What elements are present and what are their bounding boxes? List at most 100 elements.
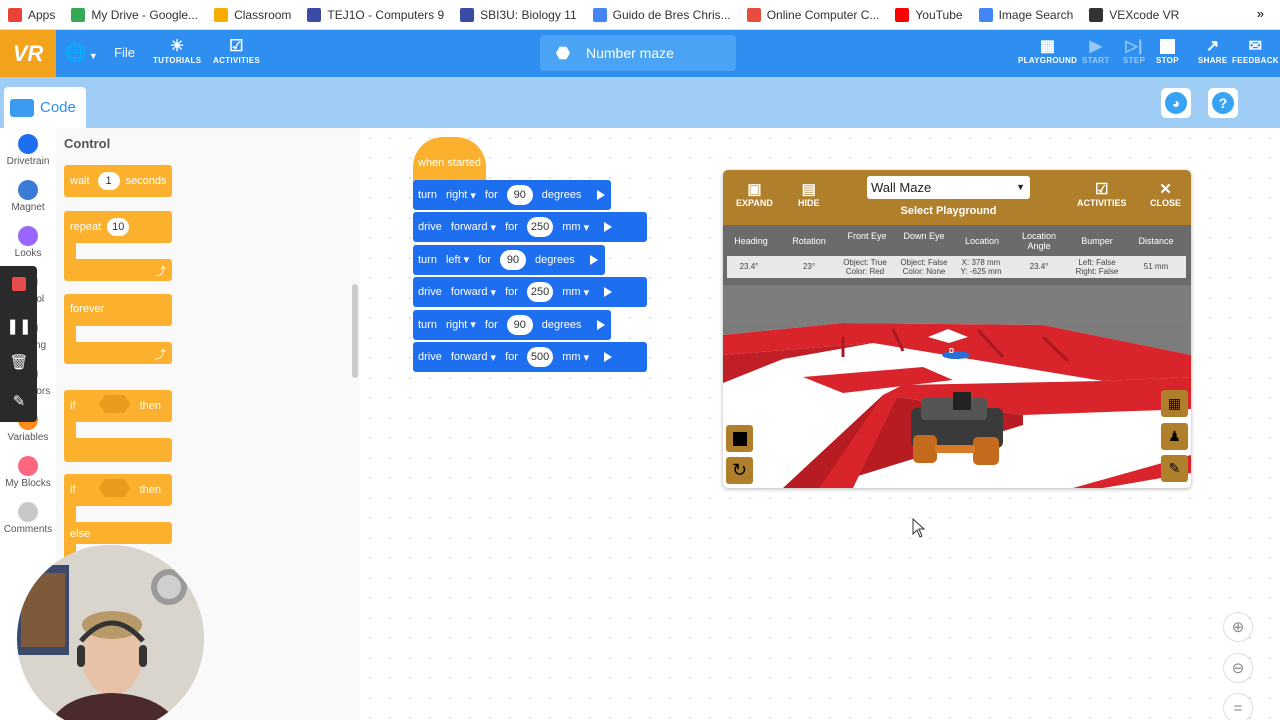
- maze-marker-icon: [942, 351, 970, 359]
- 3d-maze-view[interactable]: D ↻ ▦ ♟ ✎: [723, 285, 1191, 488]
- playground-header: ▣ EXPAND ▤ HIDE Wall Maze ▼ Select Playg…: [723, 170, 1191, 225]
- file-menu[interactable]: File: [114, 45, 135, 60]
- top-view-button[interactable]: ▦: [1161, 390, 1188, 417]
- hide-button[interactable]: ▤ HIDE: [798, 180, 820, 208]
- bookmark-favicon-icon: [1089, 7, 1104, 22]
- bookmark-favicon-icon: [978, 7, 993, 22]
- share-button[interactable]: ↗ SHARE: [1198, 36, 1228, 65]
- step-button[interactable]: ▷| STEP: [1123, 36, 1145, 65]
- loop-arrow-icon: ⤴: [64, 259, 172, 281]
- draw-button[interactable]: ✎: [6, 388, 32, 414]
- run-block-play-icon[interactable]: [604, 352, 613, 362]
- bookmark-item[interactable]: TEJ1O - Computers 9: [299, 0, 452, 30]
- block-value-input[interactable]: 90: [506, 185, 533, 205]
- category-magnet[interactable]: Magnet: [0, 180, 56, 213]
- dropdown-arrow-icon: ▾: [583, 221, 590, 234]
- code-workspace[interactable]: when started turn right ▾ for 90 degrees drive…: [360, 128, 1280, 720]
- start-button[interactable]: ▶ START: [1082, 36, 1110, 65]
- block-unit[interactable]: mm: [562, 221, 580, 233]
- category-looks[interactable]: Looks: [0, 226, 56, 259]
- expand-button[interactable]: ▣ EXPAND: [736, 180, 773, 208]
- condition-slot[interactable]: [98, 479, 131, 497]
- down-eye-object: Object: False: [900, 258, 948, 267]
- bookmark-item[interactable]: VEXcode VR: [1081, 0, 1187, 30]
- repeat-input[interactable]: 10: [107, 218, 130, 236]
- block-value-input[interactable]: 500: [526, 347, 554, 367]
- bookmark-item[interactable]: Guido de Bres Chris...: [585, 0, 739, 30]
- run-block-play-icon[interactable]: [604, 222, 613, 233]
- hexagon-icon: [556, 46, 570, 60]
- project-name-field[interactable]: Number maze: [540, 35, 736, 71]
- tab-code[interactable]: Code: [4, 87, 86, 128]
- drive-block[interactable]: drive forward ▾ for 250 mm ▾: [413, 212, 647, 243]
- block-command: drive: [418, 286, 442, 299]
- run-block-play-icon[interactable]: [596, 190, 605, 200]
- block-direction-dropdown[interactable]: forward: [451, 351, 488, 363]
- run-block-play-icon[interactable]: [604, 287, 613, 298]
- reset-stop-button[interactable]: [726, 425, 753, 452]
- block-direction-dropdown[interactable]: right: [446, 319, 467, 331]
- category-comments[interactable]: Comments: [0, 502, 56, 535]
- bookmark-item[interactable]: Classroom: [206, 0, 299, 30]
- language-globe-icon[interactable]: 🌐 ▼: [64, 43, 98, 64]
- palette-scrollbar[interactable]: [352, 284, 358, 378]
- wait-block[interactable]: wait 1 seconds: [64, 165, 172, 197]
- hide-icon: ▤: [801, 181, 816, 198]
- dropdown-arrow-icon: ▾: [470, 319, 476, 332]
- run-block-play-icon[interactable]: [589, 254, 598, 265]
- zoom-out-button[interactable]: ⊖: [1223, 653, 1253, 683]
- category-drivetrain[interactable]: Drivetrain: [0, 134, 56, 167]
- block-value-input[interactable]: 90: [506, 314, 533, 335]
- block-unit[interactable]: mm: [562, 286, 580, 298]
- sensor-dashboard: Heading Rotation Front Eye Down Eye Loca…: [723, 225, 1191, 285]
- close-button[interactable]: ✕ CLOSE: [1150, 180, 1181, 208]
- delete-button[interactable]: 🗑: [6, 349, 32, 375]
- bookmark-item[interactable]: My Drive - Google...: [63, 0, 206, 30]
- pen-button[interactable]: ✎: [1161, 455, 1188, 482]
- playground-activities-button[interactable]: ☑ ACTIVITIES: [1077, 180, 1127, 208]
- run-block-play-icon[interactable]: [596, 319, 605, 330]
- block-direction-dropdown[interactable]: forward: [451, 286, 488, 298]
- bookmark-item[interactable]: SBI3U: Biology 11: [452, 0, 585, 30]
- reset-button[interactable]: ↻: [726, 457, 753, 484]
- record-stop-button[interactable]: [6, 271, 32, 297]
- turn-block[interactable]: turn left ▾ for 90 degrees: [413, 244, 605, 275]
- bookmark-item[interactable]: Apps: [0, 0, 63, 30]
- block-direction-dropdown[interactable]: right: [446, 189, 467, 201]
- pause-button[interactable]: ❚❚: [6, 313, 32, 339]
- help-icon: ?: [1212, 92, 1234, 114]
- block-direction-dropdown[interactable]: forward: [451, 221, 488, 233]
- block-unit[interactable]: mm: [562, 351, 580, 363]
- block-direction-dropdown[interactable]: left: [446, 254, 461, 266]
- playground-select[interactable]: Wall Maze ▼: [867, 176, 1030, 199]
- help-button[interactable]: ?: [1208, 88, 1238, 118]
- feedback-button[interactable]: ✉ FEEDBACK: [1232, 36, 1279, 65]
- dashboard-button[interactable]: ◕: [1161, 88, 1191, 118]
- block-value-input[interactable]: 90: [500, 249, 527, 270]
- tutorials-button[interactable]: ☀ TUTORIALS: [153, 36, 201, 65]
- wait-input[interactable]: 1: [97, 172, 120, 190]
- bookmark-item[interactable]: Image Search: [971, 0, 1082, 30]
- code-icon: [10, 98, 34, 117]
- condition-slot[interactable]: [98, 395, 131, 413]
- follow-view-button[interactable]: ♟: [1161, 423, 1188, 450]
- block-value-input[interactable]: 250: [526, 282, 554, 303]
- block-for-label: for: [505, 351, 518, 363]
- bookmark-item[interactable]: YouTube: [887, 0, 970, 30]
- bookmark-item[interactable]: Online Computer C...: [739, 0, 888, 30]
- when-started-block[interactable]: when started: [413, 137, 486, 183]
- turn-block[interactable]: turn right ▾ for 90 degrees: [413, 309, 611, 340]
- block-value-input[interactable]: 250: [526, 217, 554, 238]
- drive-block[interactable]: drive forward ▾ for 500 mm ▾: [413, 342, 647, 372]
- stop-button[interactable]: STOP: [1156, 36, 1179, 65]
- playground-window: ▣ EXPAND ▤ HIDE Wall Maze ▼ Select Playg…: [723, 170, 1191, 488]
- playground-button[interactable]: ▦ PLAYGROUND: [1018, 36, 1077, 65]
- bookmarks-overflow-icon[interactable]: »: [1257, 6, 1264, 21]
- zoom-in-button[interactable]: ⊕: [1223, 612, 1253, 642]
- block-command: drive: [418, 351, 442, 363]
- drive-block[interactable]: drive forward ▾ for 250 mm ▾: [413, 277, 647, 308]
- category-my-blocks[interactable]: My Blocks: [0, 456, 56, 489]
- turn-block[interactable]: turn right ▾ for 90 degrees: [413, 180, 611, 210]
- activities-button[interactable]: ☑ ACTIVITIES: [213, 36, 260, 65]
- zoom-reset-button[interactable]: =: [1223, 693, 1253, 720]
